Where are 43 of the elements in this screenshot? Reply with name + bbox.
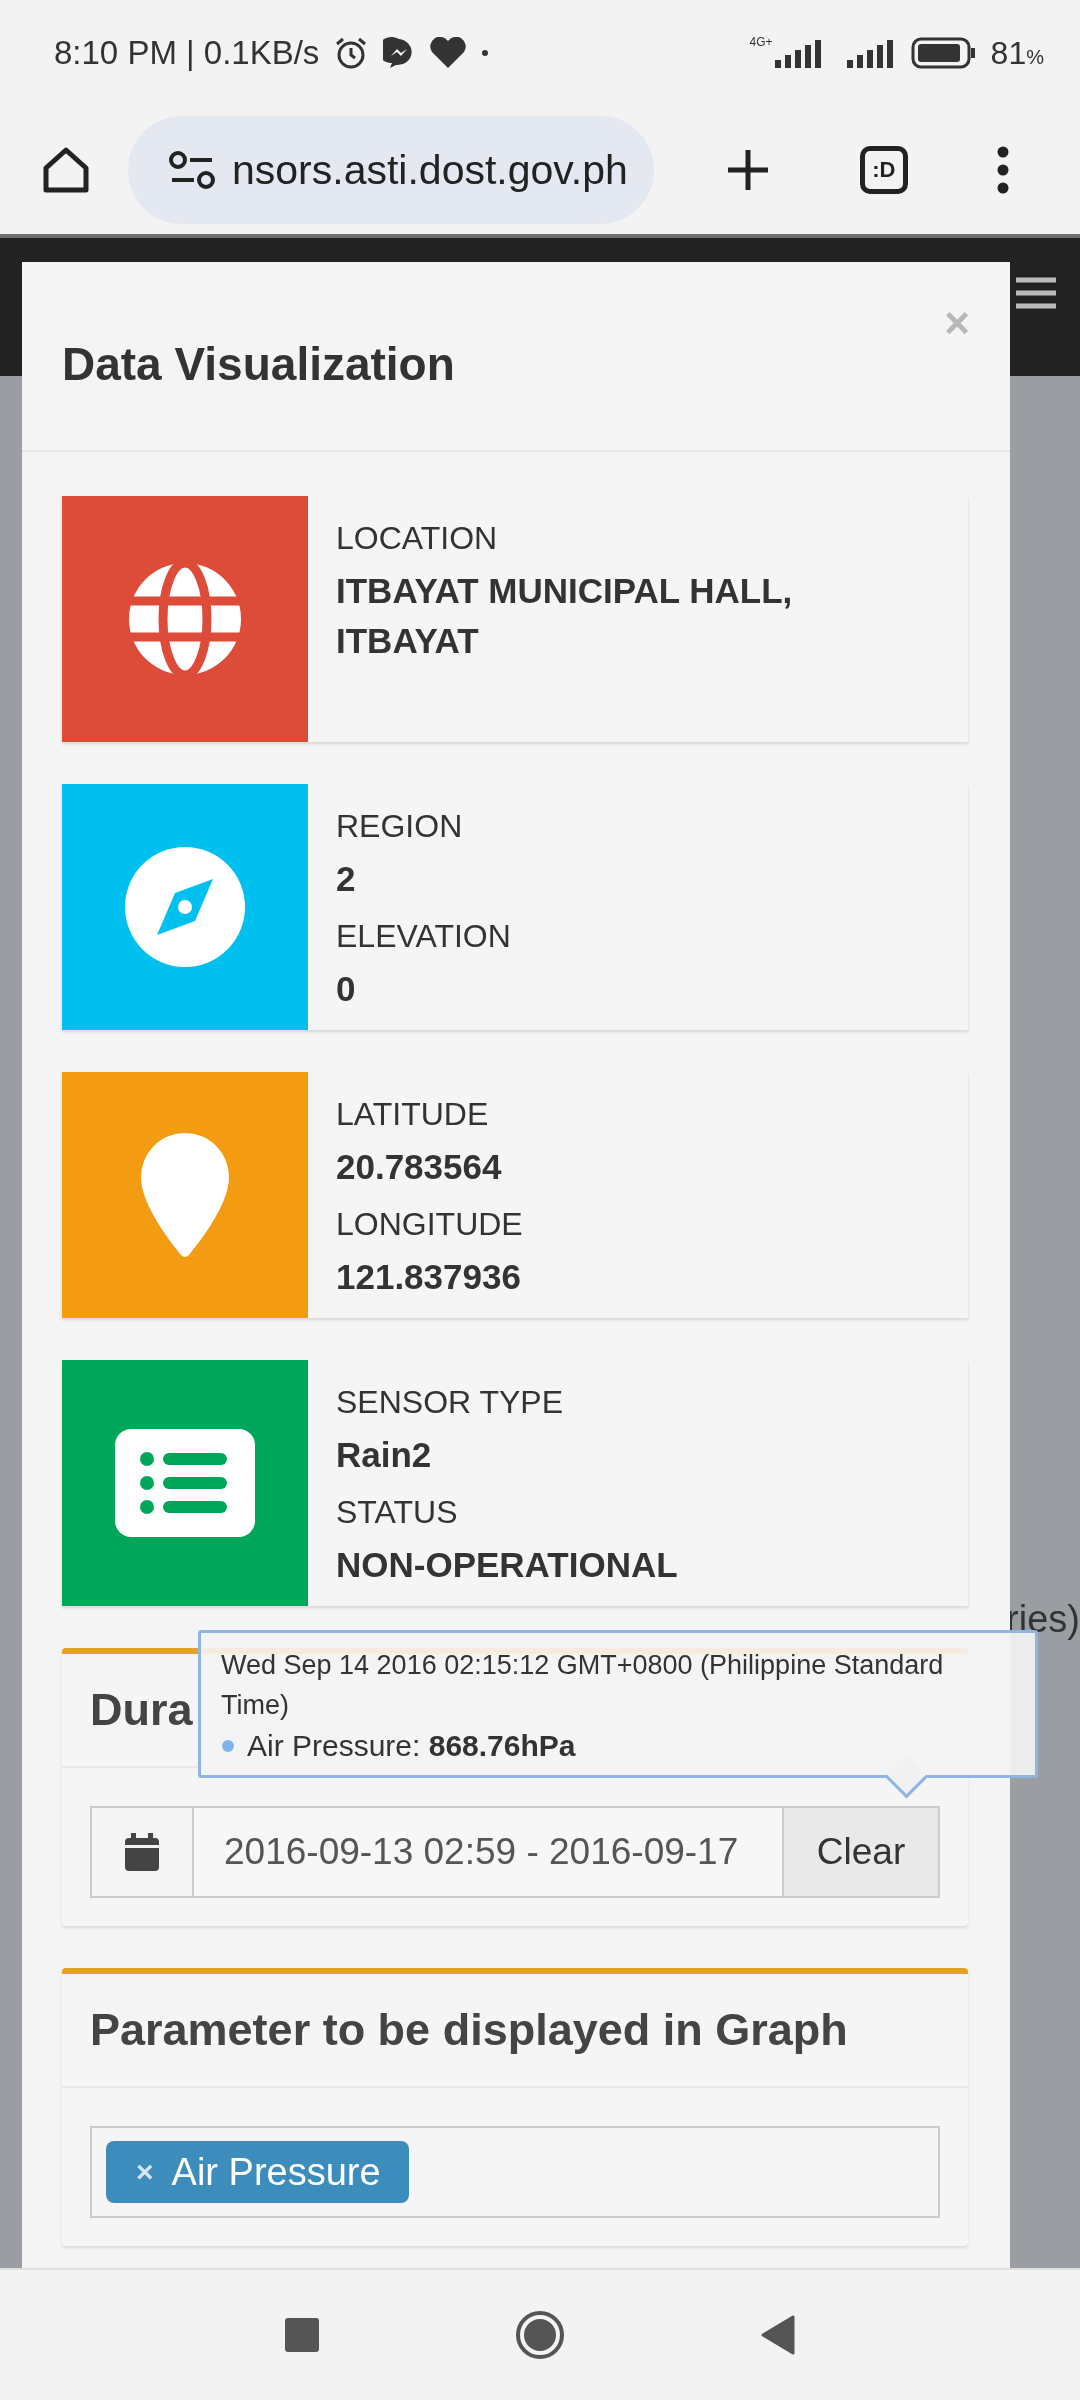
field-label: LOCATION [336, 519, 499, 558]
parameter-tag[interactable]: × Air Pressure [106, 2141, 409, 2203]
dot-icon [481, 49, 490, 57]
field-value: ITBAYAT MUNICIPAL HALL, ITBAYAT [336, 570, 794, 662]
battery-percent: 81% [990, 34, 1044, 72]
field-value: 0 [336, 968, 357, 1010]
field-label: STATUS [336, 1493, 459, 1532]
tooltip-value: Air Pressure: 868.76hPa [247, 1729, 576, 1763]
status-time: 8:10 PM | 0.1KB/s [54, 34, 320, 72]
modal-title: Data Visualization [62, 337, 455, 391]
field-label: LATITUDE [336, 1095, 490, 1134]
field-label: ELEVATION [336, 917, 511, 956]
home-button-icon[interactable] [515, 2310, 565, 2360]
section-title: Dura [90, 1684, 193, 1735]
field-value: Rain2 [336, 1434, 433, 1476]
site-settings-icon[interactable] [168, 150, 216, 190]
tag-label: Air Pressure [171, 2150, 381, 2194]
network-type: 4G+ [749, 35, 773, 49]
field-label: REGION [336, 807, 464, 846]
back-icon[interactable] [761, 2315, 795, 2355]
parameter-select-field[interactable]: × Air Pressure [90, 2126, 940, 2218]
field-value: 121.837936 [336, 1256, 522, 1298]
calendar-icon [125, 1833, 159, 1871]
compass-icon [123, 845, 247, 969]
calendar-addon[interactable] [90, 1806, 194, 1898]
date-range-field[interactable]: 2016-09-13 02:59 - 2016-09-17 [194, 1806, 784, 1898]
map-pin-icon [139, 1131, 231, 1259]
list-icon [115, 1429, 255, 1537]
battery-icon [910, 37, 977, 69]
series-dot-icon [221, 1739, 235, 1753]
field-value: 2 [336, 858, 357, 900]
heart-icon [429, 37, 468, 69]
field-label: SENSOR TYPE [336, 1383, 565, 1422]
tab-switcher-button[interactable]: :D [859, 146, 908, 194]
tooltip-time: Wed Sep 14 2016 02:15:12 GMT+0800 (Philippine Standard Time) [221, 1649, 945, 1722]
address-bar[interactable]: nsors.asti.dost.gov.ph [128, 116, 654, 224]
more-options-icon[interactable] [995, 146, 1010, 194]
field-label: LONGITUDE [336, 1205, 523, 1244]
field-value: NON-OPERATIONAL [336, 1544, 678, 1586]
section-title: Parameter to be displayed in Graph [90, 2004, 848, 2055]
clear-button[interactable]: Clear [784, 1806, 940, 1898]
field-value: 20.783564 [336, 1146, 503, 1188]
menu-icon[interactable] [1016, 276, 1056, 310]
